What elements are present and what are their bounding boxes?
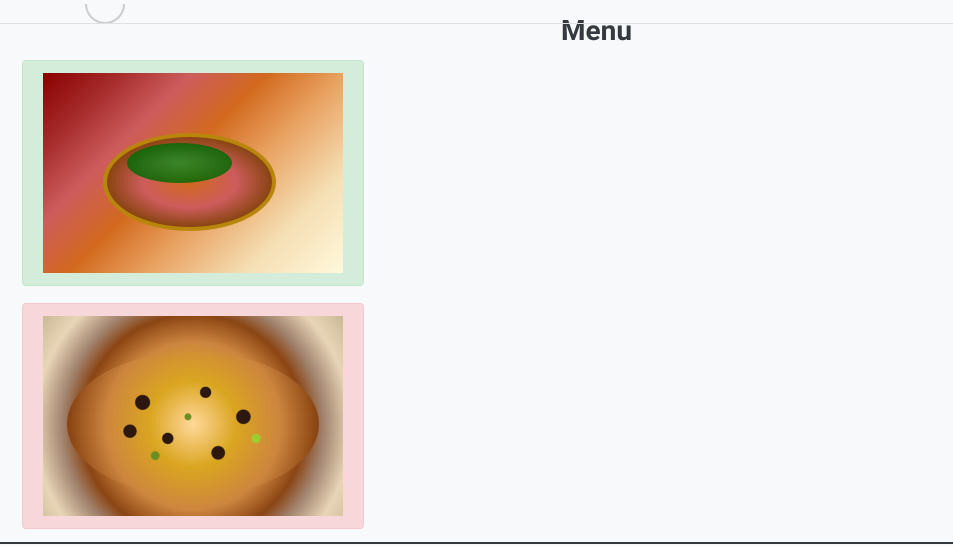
footer-divider [0,542,953,544]
menu-card-pizza[interactable] [22,303,364,529]
page-title: Menu [240,14,953,47]
curry-image [43,73,343,273]
pizza-image [43,316,343,516]
logo-partial [85,4,125,24]
menu-list [0,47,953,529]
menu-card-curry[interactable] [22,60,364,286]
header-divider [0,23,953,24]
